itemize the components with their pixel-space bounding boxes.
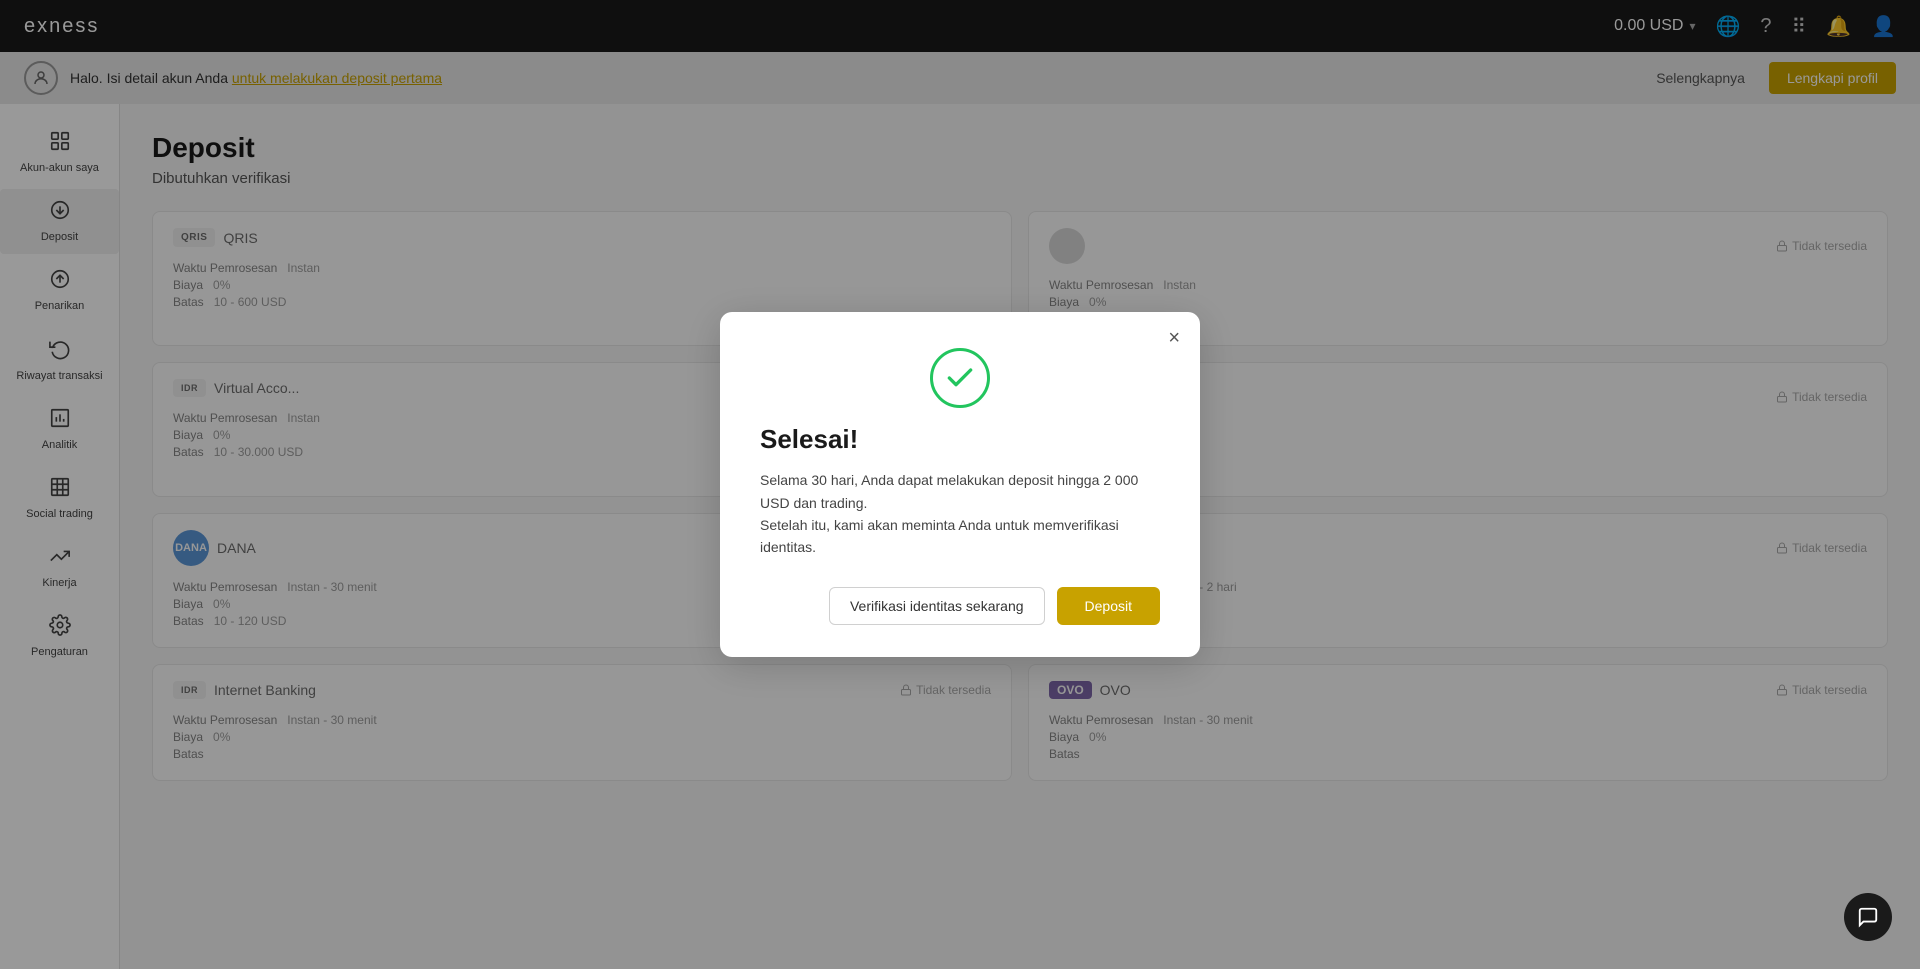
modal-title: Selesai! (760, 424, 1160, 455)
deposit-button[interactable]: Deposit (1057, 587, 1160, 625)
modal-actions: Verifikasi identitas sekarang Deposit (760, 587, 1160, 625)
modal-icon-area (760, 348, 1160, 408)
success-check-icon (930, 348, 990, 408)
modal-body: Selama 30 hari, Anda dapat melakukan dep… (760, 469, 1160, 559)
verify-identity-button[interactable]: Verifikasi identitas sekarang (829, 587, 1045, 625)
modal-close-button[interactable]: × (1168, 328, 1180, 348)
chat-button[interactable] (1844, 893, 1892, 941)
modal-overlay: × Selesai! Selama 30 hari, Anda dapat me… (0, 0, 1920, 969)
success-modal: × Selesai! Selama 30 hari, Anda dapat me… (720, 312, 1200, 657)
